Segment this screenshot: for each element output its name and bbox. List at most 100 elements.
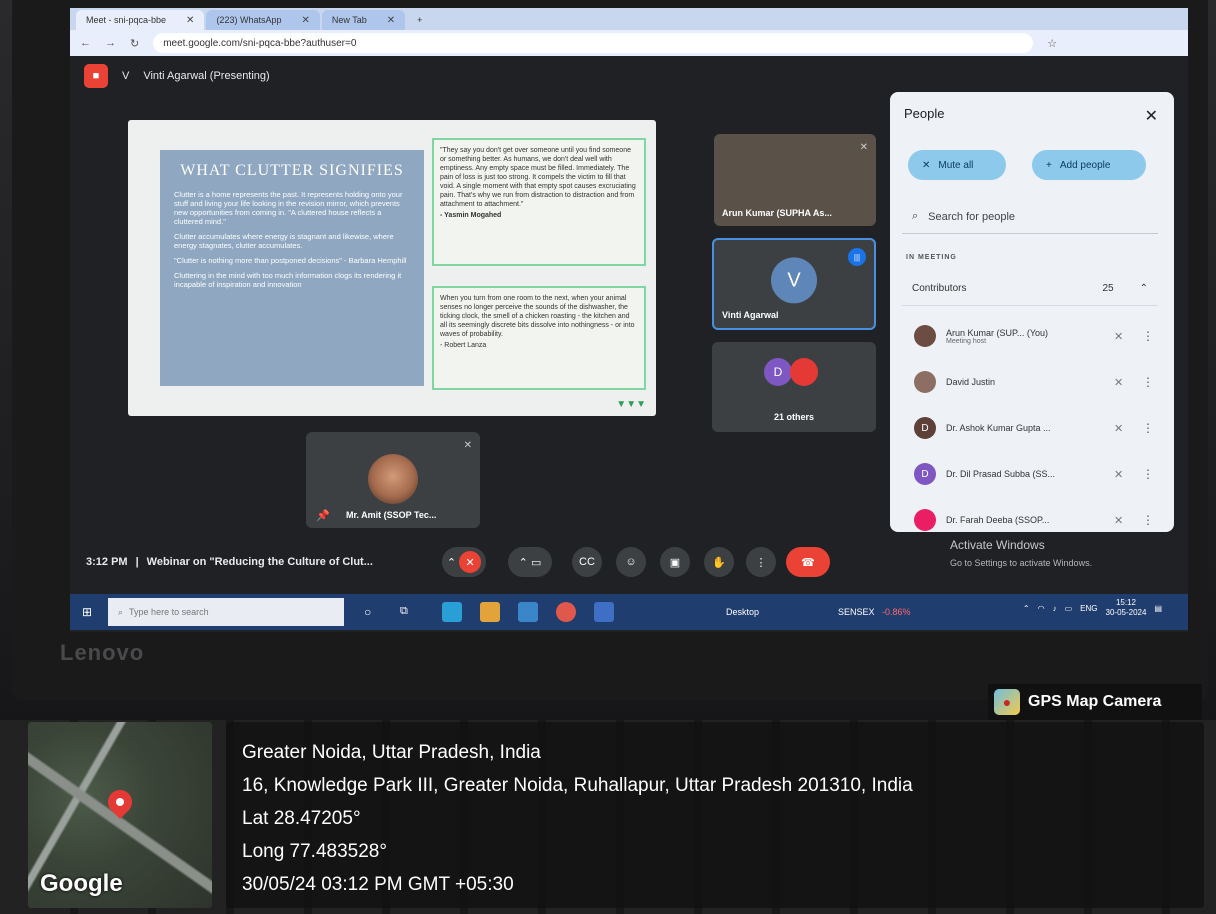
more-options-icon[interactable]: ⋮	[1138, 329, 1158, 343]
avatar	[790, 358, 818, 386]
language-indicator[interactable]: ENG	[1080, 604, 1097, 613]
browser-tab[interactable]: New Tab ✕	[321, 10, 406, 30]
store-icon[interactable]	[518, 602, 538, 622]
participant-row[interactable]: D Dr. Ashok Kumar Gupta ... ✕ ⋮	[902, 408, 1158, 448]
quote-author: - Yasmin Mogahed	[440, 212, 502, 219]
task-view-icon[interactable]: ⧉	[400, 605, 408, 618]
close-icon[interactable]: ✕	[301, 15, 309, 26]
close-icon[interactable]: ✕	[1145, 106, 1158, 126]
star-icon[interactable]: ☆	[1047, 37, 1057, 50]
more-options-icon[interactable]: ⋮	[1138, 467, 1158, 481]
people-search[interactable]: ⌕ Search for people	[902, 200, 1158, 234]
search-icon: ⌕	[912, 210, 919, 222]
tab-label: (223) WhatsApp	[216, 15, 282, 25]
more-options-button[interactable]: ⋮	[746, 547, 776, 577]
emoji-button[interactable]: ☺	[616, 547, 646, 577]
browser-tab[interactable]: Meet - sni-pqca-bbe ✕	[76, 10, 205, 30]
full-address: 16, Knowledge Park III, Greater Noida, R…	[242, 775, 913, 796]
cortana-icon[interactable]: ○	[364, 605, 371, 619]
file-explorer-icon[interactable]	[480, 602, 500, 622]
taskbar-clock[interactable]: 15:12 30-05-2024	[1106, 598, 1147, 618]
captions-button[interactable]: CC	[572, 547, 602, 577]
mic-off-icon[interactable]: ✕	[1114, 330, 1128, 343]
participant-name: Mr. Amit (SSOP Tec...	[346, 510, 437, 520]
present-button[interactable]: ▣	[660, 547, 690, 577]
mic-off-icon: ✕	[459, 551, 482, 573]
chevron-up-icon[interactable]: ⌃	[1140, 283, 1148, 294]
desktop-label[interactable]: Desktop	[726, 607, 759, 617]
url-field[interactable]: meet.google.com/sni-pqca-bbe?authuser=0	[153, 33, 1034, 53]
close-icon[interactable]: ✕	[387, 15, 395, 26]
participant-row[interactable]: Dr. Farah Deeba (SSOP... ✕ ⋮	[902, 500, 1158, 540]
mute-all-label: Mute all	[938, 159, 974, 171]
back-icon[interactable]: ←	[80, 37, 91, 49]
tab-label: Meet - sni-pqca-bbe	[86, 15, 167, 25]
notification-icon[interactable]: ▤	[1154, 604, 1162, 613]
participant-name: Arun Kumar (SUP... (You)	[946, 327, 1049, 338]
place-name: Greater Noida, Uttar Pradesh, India	[242, 742, 541, 763]
more-options-icon[interactable]: ⋮	[1138, 375, 1158, 389]
reload-icon[interactable]: ↻	[130, 37, 139, 50]
close-icon[interactable]: ✕	[186, 15, 194, 26]
group-label: Contributors	[912, 283, 967, 294]
participant-row[interactable]: Arun Kumar (SUP... (You) Meeting host ✕ ⋮	[902, 316, 1158, 356]
presenting-label: Vinti Agarwal (Presenting)	[143, 70, 270, 82]
avatar	[914, 371, 936, 393]
add-people-button[interactable]: + Add people	[1032, 150, 1146, 180]
windows-start-icon[interactable]: ⊞	[82, 605, 92, 619]
mic-off-icon[interactable]: ✕	[1114, 468, 1128, 481]
more-options-icon[interactable]: ⋮	[1138, 421, 1158, 435]
more-options-icon[interactable]: ⋮	[1138, 513, 1158, 527]
longitude: Long 77.483528°	[242, 841, 387, 862]
word-icon[interactable]	[594, 602, 614, 622]
participant-tile[interactable]: ✕ 📌 Mr. Amit (SSOP Tec...	[306, 432, 480, 528]
forward-icon[interactable]: →	[105, 37, 116, 49]
laptop-brand: Lenovo	[60, 640, 145, 665]
camera-button[interactable]: ⌃ ▭	[508, 547, 552, 577]
search-placeholder: Search for people	[928, 210, 1016, 223]
mic-button[interactable]: ⌃ ✕	[442, 547, 486, 577]
gps-app-badge: ● GPS Map Camera	[988, 684, 1202, 720]
slide-main-panel: WHAT CLUTTER SIGNIFIES Clutter is a home…	[160, 150, 424, 386]
edge-icon[interactable]	[442, 602, 462, 622]
gps-info-overlay: Greater Noida, Uttar Pradesh, India 16, …	[226, 722, 1204, 908]
participant-role: Meeting host	[946, 337, 987, 345]
gps-app-name: GPS Map Camera	[1028, 693, 1162, 710]
taskbar-search[interactable]: ⌕ Type here to search	[108, 598, 344, 626]
mic-off-icon[interactable]: ✕	[1114, 514, 1128, 527]
participant-tile[interactable]: ✕ Arun Kumar (SUPHA As...	[714, 134, 876, 226]
address-bar-row: ← → ↻ meet.google.com/sni-pqca-bbe?authu…	[70, 30, 1188, 56]
photo: Meet - sni-pqca-bbe ✕ (223) WhatsApp ✕ New…	[0, 0, 1216, 914]
capture-datetime: 30/05/24 03:12 PM GMT +05:30	[242, 874, 514, 895]
volume-icon[interactable]: ♪	[1053, 604, 1057, 613]
chevron-up-icon[interactable]: ⌃	[1023, 604, 1030, 613]
participant-row[interactable]: D Dr. Dil Prasad Subba (SS... ✕ ⋮	[902, 454, 1158, 494]
mic-off-icon[interactable]: ✕	[1114, 376, 1128, 389]
camera-icon: ▭	[530, 556, 542, 569]
mute-all-button[interactable]: ✕ Mute all	[908, 150, 1006, 180]
slide-bullet: Clutter is a home represents the past. I…	[174, 190, 403, 226]
more-options-icon: ⋮	[755, 556, 767, 569]
avatar: D	[764, 358, 792, 386]
quote-text: When you turn from one room to the next,…	[440, 295, 635, 338]
contributors-group[interactable]: Contributors 25 ⌃	[902, 272, 1158, 306]
mic-off-icon: ✕	[463, 440, 472, 451]
pin-icon[interactable]: 📌	[316, 509, 330, 522]
participant-row[interactable]: David Justin ✕ ⋮	[902, 362, 1158, 402]
browser-tab[interactable]: (223) WhatsApp ✕	[206, 10, 320, 30]
chrome-icon[interactable]	[556, 602, 576, 622]
others-tile[interactable]: D 21 others	[712, 342, 876, 432]
mic-off-icon[interactable]: ✕	[1114, 422, 1128, 435]
new-tab-button[interactable]: +	[407, 10, 432, 30]
mic-off-icon: ✕	[859, 142, 868, 153]
participant-tile-active[interactable]: ||| V Vinti Agarwal	[712, 238, 876, 330]
raise-hand-button[interactable]: ✋	[704, 547, 734, 577]
battery-icon[interactable]: ▭	[1065, 604, 1073, 613]
mic-off-icon: ✕	[922, 159, 931, 171]
meeting-time: 3:12 PM	[86, 556, 128, 568]
wifi-icon[interactable]: ◠	[1038, 604, 1045, 613]
sensex-change: -0.86%	[882, 607, 911, 617]
others-count: 21 others	[773, 412, 815, 422]
location-pin-icon	[103, 785, 137, 819]
leave-call-button[interactable]: ☎	[786, 547, 830, 577]
